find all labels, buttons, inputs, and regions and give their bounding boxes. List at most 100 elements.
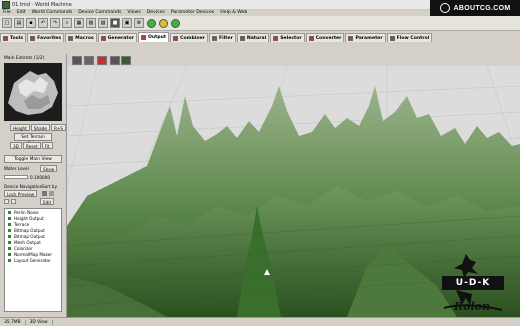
macros-icon xyxy=(68,35,74,41)
menu-world-commands[interactable]: World Commands xyxy=(32,10,73,15)
lock-preview-button[interactable]: Lock Preview xyxy=(4,190,38,197)
layout-view-icon[interactable]: ▧ xyxy=(86,18,96,28)
redo-icon[interactable]: ↷ xyxy=(50,18,60,28)
natural-icon xyxy=(239,35,245,41)
height-output-icon[interactable] xyxy=(72,56,82,65)
device-node-icon xyxy=(8,210,11,214)
device-node-icon xyxy=(8,252,11,256)
device-node-icon xyxy=(8,234,11,238)
reset-view-button[interactable]: Reset xyxy=(22,142,41,149)
tab-favorites[interactable]: Favorites xyxy=(27,33,65,42)
tools-icon xyxy=(3,35,8,41)
tab-macros[interactable]: Macros xyxy=(65,33,97,42)
view3d-row: 3D Reset Fit xyxy=(10,142,54,149)
sort-by-label: Sort by xyxy=(42,184,58,189)
app-icon xyxy=(2,0,10,9)
mesh-output-icon[interactable] xyxy=(97,56,107,65)
preview-mode-row: Height Shade R+S xyxy=(10,124,67,131)
extents-header: Main Extents (1/2) xyxy=(4,56,45,61)
set-terrain-color-button[interactable]: Set Terrain Color xyxy=(14,133,52,147)
water-level-slider[interactable] xyxy=(4,175,28,179)
colorizer-icon[interactable] xyxy=(110,56,120,65)
tab-selector[interactable]: Selector xyxy=(270,33,305,42)
device-list: Perlin Noise Height Output Terrace Bitma… xyxy=(4,208,62,312)
signature-text: Rolon xyxy=(454,300,490,313)
window-title: 01.tmd - World Machine xyxy=(12,1,72,8)
tab-natural[interactable]: Natural xyxy=(236,33,270,42)
view-3d-button[interactable]: 3D xyxy=(10,142,22,149)
edit-device-button[interactable]: Edit xyxy=(40,198,55,205)
water-level-value: 0.100000 xyxy=(30,175,50,180)
open-folder-icon[interactable]: ▤ xyxy=(14,18,24,28)
favorites-icon xyxy=(30,35,36,41)
water-show-button[interactable]: Show xyxy=(40,165,58,172)
converter-icon xyxy=(308,35,314,41)
bitmap-output-icon[interactable] xyxy=(84,56,94,65)
new-file-icon[interactable]: □ xyxy=(2,18,12,28)
world-view-icon[interactable]: ■ xyxy=(110,18,120,28)
toggle-main-view-button[interactable]: Toggle Main View xyxy=(4,155,62,163)
watermark-ring-icon xyxy=(439,3,450,13)
build-full-icon[interactable] xyxy=(171,18,180,28)
sort-type-icon[interactable] xyxy=(49,191,54,196)
filter-icon xyxy=(211,35,217,41)
generator-icon xyxy=(100,35,106,41)
menu-bar: File Edit World Commands Device Commands… xyxy=(0,9,430,16)
tab-output[interactable]: Output xyxy=(138,32,170,42)
save-icon[interactable]: ▪ xyxy=(26,18,36,28)
normalmap-icon[interactable] xyxy=(121,56,131,65)
watermark-text: ABOUTCG.COM xyxy=(453,4,511,12)
water-level-label: Water Level xyxy=(4,166,29,171)
udk-overlay-logo: U-D-K Rolon xyxy=(436,250,510,318)
mouse-cursor-icon xyxy=(264,269,270,275)
height-mode-button[interactable]: Height xyxy=(10,124,30,131)
menu-parameter-devices[interactable]: Parameter Devices xyxy=(171,10,214,15)
menu-device-commands[interactable]: Device Commands xyxy=(78,10,121,15)
nav-back-icon[interactable] xyxy=(4,199,9,204)
tab-combiner[interactable]: Combiner xyxy=(170,33,208,42)
udk-logo-text: U-D-K xyxy=(455,278,491,288)
output-device-palette xyxy=(0,42,520,66)
rs-mode-button[interactable]: R+S xyxy=(50,124,67,131)
build-start-icon[interactable] xyxy=(147,18,156,28)
menu-views[interactable]: Views xyxy=(127,10,140,15)
explorer-icon[interactable]: ▣ xyxy=(122,18,132,28)
tab-flow-control[interactable]: Flow Control xyxy=(386,33,433,42)
combiner-icon xyxy=(173,35,179,41)
tab-filter[interactable]: Filter xyxy=(208,33,236,42)
settings-icon[interactable]: ⚙ xyxy=(134,18,144,28)
device-node-icon xyxy=(8,228,11,232)
build-pause-icon[interactable] xyxy=(159,18,168,28)
device-node-icon xyxy=(8,246,11,250)
terrain-preview[interactable] xyxy=(4,63,62,121)
zoom-icon[interactable]: ⌕ xyxy=(62,18,72,28)
list-item[interactable]: Layout Generator xyxy=(5,257,61,263)
sort-alpha-icon[interactable] xyxy=(42,191,47,196)
shade-mode-button[interactable]: Shade xyxy=(30,124,50,131)
watermark-logo: ABOUTCG.COM xyxy=(430,0,520,16)
preview-heightmap xyxy=(4,63,62,121)
menu-edit[interactable]: Edit xyxy=(17,10,26,15)
device-view-icon[interactable]: ▨ xyxy=(98,18,108,28)
fit-view-button[interactable]: Fit xyxy=(41,142,53,149)
grid-icon[interactable]: ▦ xyxy=(74,18,84,28)
device-node-icon xyxy=(8,222,11,226)
main-toolbar: □ ▤ ▪ ↶ ↷ ⌕ ▦ ▧ ▨ ■ ▣ ⚙ xyxy=(0,16,520,31)
tab-tools[interactable]: Tools xyxy=(0,33,27,42)
flow-control-icon xyxy=(389,35,395,41)
tab-parameter[interactable]: Parameter xyxy=(345,33,386,42)
device-node-icon xyxy=(8,258,11,262)
device-node-icon xyxy=(8,216,11,220)
undo-icon[interactable]: ↶ xyxy=(38,18,48,28)
menu-help-web[interactable]: Help & Web xyxy=(220,10,247,15)
menu-file[interactable]: File xyxy=(3,10,11,15)
device-node-icon xyxy=(8,240,11,244)
memory-status: 35.7MB xyxy=(0,319,26,325)
parameter-icon xyxy=(348,35,354,41)
left-panel: Main Extents (1/2) Height Shade R+S Set … xyxy=(0,54,67,317)
tab-generator[interactable]: Generator xyxy=(97,33,137,42)
selector-icon xyxy=(273,35,279,41)
menu-devices[interactable]: Devices xyxy=(147,10,165,15)
nav-forward-icon[interactable] xyxy=(11,199,16,204)
tab-converter[interactable]: Converter xyxy=(305,33,345,42)
